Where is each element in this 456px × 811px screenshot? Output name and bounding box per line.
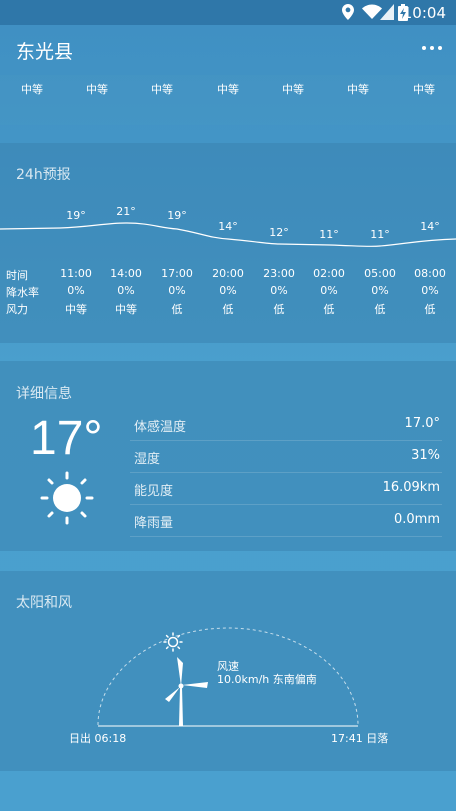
forecast-wind: 低 xyxy=(424,303,436,316)
temp-label: 19° xyxy=(167,209,187,222)
wind-speed-value: 10.0km/h 东南偏南 xyxy=(217,673,317,686)
forecast-wind: 中等 xyxy=(115,303,137,316)
details-title: 详细信息 xyxy=(16,386,72,402)
forecast-precip: 0% xyxy=(421,284,439,297)
detail-label: 能见度 xyxy=(134,484,174,499)
location-icon xyxy=(342,4,354,20)
temp-label: 14° xyxy=(218,220,238,233)
detail-label: 湿度 xyxy=(134,452,161,467)
wifi-icon xyxy=(362,4,382,19)
sunrise-time: 日出 06:18 xyxy=(69,732,127,745)
forecast-24h-card: 24h预报 19° 21° 19° 14° 12° 11° 11° 14° 时间… xyxy=(0,143,456,343)
forecast-precip: 0% xyxy=(67,284,85,297)
time-row-label: 时间 xyxy=(6,269,28,282)
detail-value: 16.09km xyxy=(382,480,440,495)
detail-row: 降雨量 0.0mm xyxy=(130,505,442,537)
wind-row-label: 风力 xyxy=(6,303,28,316)
temp-label: 11° xyxy=(319,228,339,241)
forecast-time: 23:00 xyxy=(263,267,295,280)
more-options-icon[interactable] xyxy=(422,43,442,53)
temp-label: 19° xyxy=(66,209,86,222)
forecast-time: 11:00 xyxy=(60,267,92,280)
precip-row-label: 降水率 xyxy=(6,286,39,299)
status-bar: 10:04 xyxy=(0,0,456,25)
detail-value: 31% xyxy=(411,448,440,463)
forecast-time: 08:00 xyxy=(414,267,446,280)
forecast-time: 20:00 xyxy=(212,267,244,280)
forecast-precip: 0% xyxy=(270,284,288,297)
details-card: 详细信息 17° 体感温度 17.0° 湿度 31% 能见度 16.09km 降… xyxy=(0,361,456,551)
forecast-precip: 0% xyxy=(320,284,338,297)
sun-icon xyxy=(40,471,94,525)
detail-label: 降雨量 xyxy=(134,516,174,531)
forecast-precip: 0% xyxy=(117,284,135,297)
daily-wind-card: 中等 中等 中等 中等 中等 中等 中等 xyxy=(0,75,456,125)
temperature-curve xyxy=(0,222,456,248)
forecast-precip: 0% xyxy=(371,284,389,297)
forecast-precip: 0% xyxy=(168,284,186,297)
clock: 10:04 xyxy=(402,4,446,22)
wind-level: 中等 xyxy=(21,83,43,96)
current-temperature: 17° xyxy=(30,412,103,465)
forecast-wind: 低 xyxy=(171,303,183,316)
sun-position-icon xyxy=(163,632,183,652)
detail-value: 0.0mm xyxy=(393,512,440,527)
temp-label: 14° xyxy=(420,220,440,233)
forecast-wind: 中等 xyxy=(65,303,87,316)
temp-label: 11° xyxy=(370,228,390,241)
forecast-wind: 低 xyxy=(222,303,234,316)
wind-level: 中等 xyxy=(347,83,369,96)
forecast-wind: 低 xyxy=(374,303,386,316)
wind-level: 中等 xyxy=(413,83,435,96)
wind-level: 中等 xyxy=(217,83,239,96)
city-title: 东光县 xyxy=(16,41,74,63)
forecast-time: 05:00 xyxy=(364,267,396,280)
wind-level: 中等 xyxy=(86,83,108,96)
temp-label: 12° xyxy=(269,226,289,239)
forecast-wind: 低 xyxy=(273,303,285,316)
detail-row: 湿度 31% xyxy=(130,441,442,473)
temp-label: 21° xyxy=(116,205,136,218)
forecast-time: 17:00 xyxy=(161,267,193,280)
signal-icon xyxy=(380,4,394,20)
forecast-wind: 低 xyxy=(323,303,335,316)
wind-level: 中等 xyxy=(151,83,173,96)
detail-row: 体感温度 17.0° xyxy=(130,409,442,441)
forecast-precip: 0% xyxy=(219,284,237,297)
sunset-time: 17:41 日落 xyxy=(331,732,389,745)
sun-wind-title: 太阳和风 xyxy=(16,595,72,611)
forecast-time: 02:00 xyxy=(313,267,345,280)
wind-level: 中等 xyxy=(282,83,304,96)
details-list: 体感温度 17.0° 湿度 31% 能见度 16.09km 降雨量 0.0mm xyxy=(130,409,442,537)
app-bar: 东光县 xyxy=(0,25,456,75)
sun-wind-card: 太阳和风 风速 10.0km/h 东南偏南 日出 06:18 17:41 日落 xyxy=(0,571,456,771)
detail-row: 能见度 16.09km xyxy=(130,473,442,505)
forecast-time: 14:00 xyxy=(110,267,142,280)
detail-value: 17.0° xyxy=(404,416,440,431)
detail-label: 体感温度 xyxy=(134,420,187,435)
wind-turbine-icon xyxy=(165,657,208,726)
